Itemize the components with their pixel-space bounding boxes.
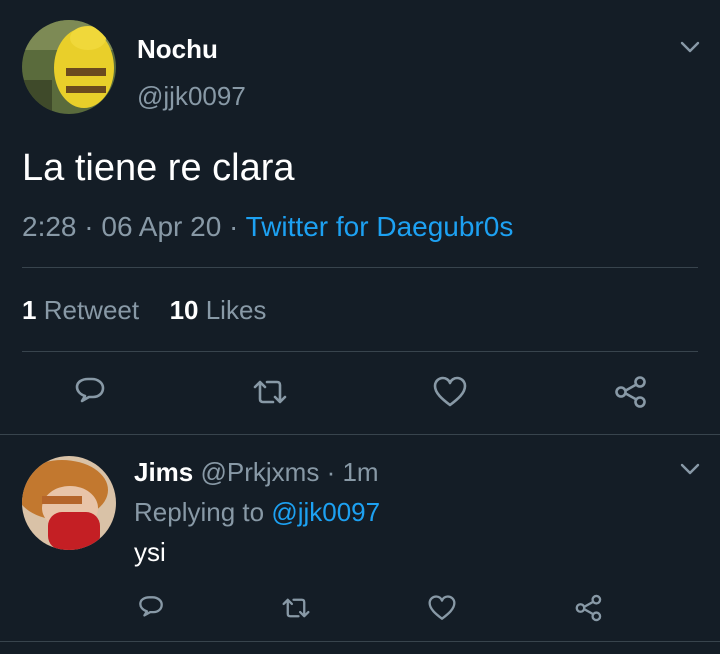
author-display-name[interactable]: Nochu xyxy=(137,33,218,65)
retweet-button[interactable] xyxy=(276,588,316,628)
share-button[interactable] xyxy=(568,588,608,628)
tweet-meta: 2:28 · 06 Apr 20 · Twitter for Daegubr0s xyxy=(22,210,513,244)
like-stat[interactable]: 10 Likes xyxy=(170,295,267,325)
heart-icon xyxy=(428,595,456,620)
reply-age: 1m xyxy=(342,457,379,487)
reply-button[interactable] xyxy=(131,588,171,628)
replying-to-handle[interactable]: @jjk0097 xyxy=(271,497,380,527)
author-handle[interactable]: @jjk0097 xyxy=(137,80,246,112)
like-button[interactable] xyxy=(430,372,470,412)
avatar-reply[interactable] xyxy=(22,456,116,550)
tweet-text: La tiene re clara xyxy=(22,147,295,189)
share-icon xyxy=(615,376,646,408)
reply-handle[interactable]: @Prkjxms xyxy=(201,457,320,487)
tweet-source-link[interactable]: Twitter for Daegubr0s xyxy=(246,211,514,242)
avatar-main[interactable] xyxy=(22,20,116,114)
share-icon xyxy=(575,594,602,622)
replying-to-label: Replying to xyxy=(134,497,265,527)
meta-separator: · xyxy=(84,211,94,242)
reply-header: Jims @Prkjxms · 1m xyxy=(134,456,379,488)
retweet-icon xyxy=(282,598,310,618)
meta-separator: · xyxy=(229,211,239,242)
like-count: 10 xyxy=(169,295,199,325)
like-button[interactable] xyxy=(422,588,462,628)
reply-text: ysi xyxy=(134,537,166,567)
divider xyxy=(0,434,720,435)
chevron-down-icon[interactable] xyxy=(679,458,701,480)
reply-button[interactable] xyxy=(70,372,110,412)
reply-icon xyxy=(75,377,105,403)
reply-separator: · xyxy=(326,457,336,487)
retweet-stat[interactable]: 1 Retweet xyxy=(22,295,146,325)
tweet-date: 06 Apr 20 xyxy=(101,211,222,242)
like-label: Likes xyxy=(205,295,267,325)
retweet-count: 1 xyxy=(22,295,37,325)
retweet-button[interactable] xyxy=(250,372,290,412)
reply-display-name[interactable]: Jims xyxy=(134,457,193,487)
divider xyxy=(22,351,698,352)
chevron-down-icon[interactable] xyxy=(679,36,701,58)
retweet-icon xyxy=(253,380,287,404)
replying-to: Replying to @jjk0097 xyxy=(134,496,380,528)
reply-icon xyxy=(139,596,163,617)
share-button[interactable] xyxy=(610,372,650,412)
tweet-time: 2:28 xyxy=(22,211,77,242)
retweet-label: Retweet xyxy=(43,295,140,325)
divider xyxy=(22,267,698,268)
divider xyxy=(0,641,720,642)
heart-icon xyxy=(433,376,467,407)
engagement-stats: 1 Retweet 10 Likes xyxy=(22,294,266,326)
